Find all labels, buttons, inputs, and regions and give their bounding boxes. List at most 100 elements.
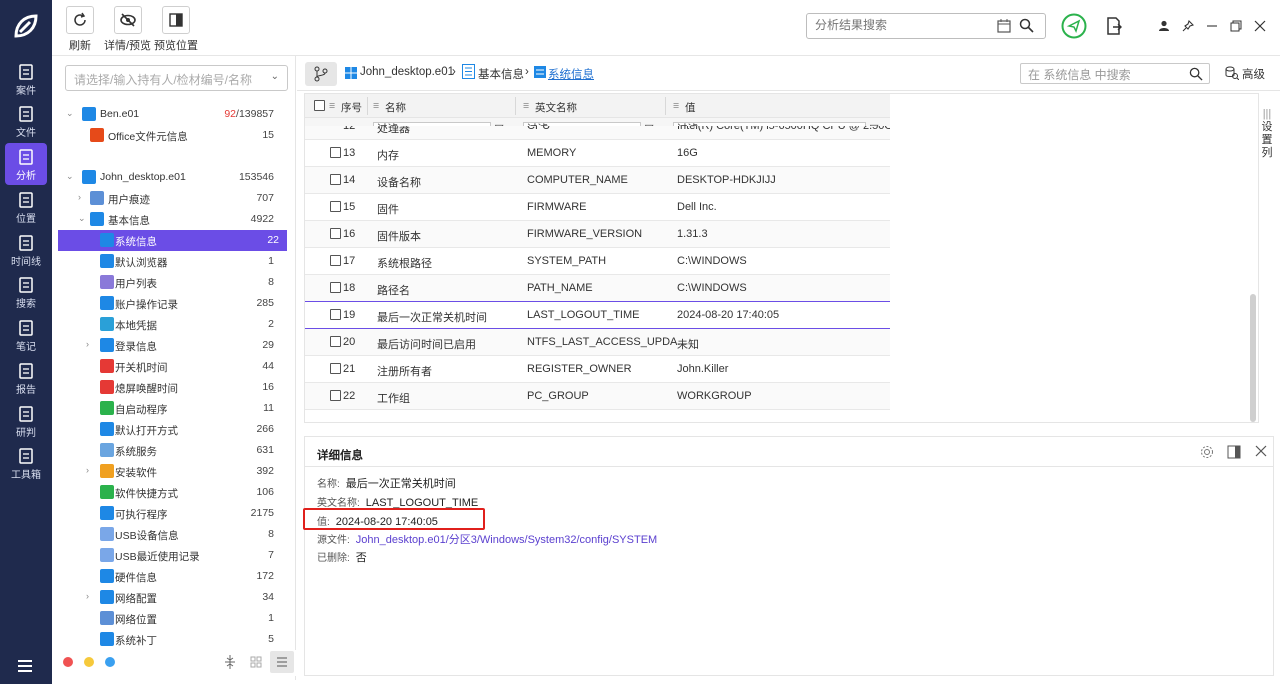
row-checkbox[interactable] — [330, 282, 341, 293]
tree-item[interactable]: 默认浏览器 1 — [52, 251, 288, 272]
yellow-dot-icon[interactable] — [84, 657, 94, 667]
tree-item[interactable]: 用户列表 8 — [52, 272, 288, 293]
nav-item-8[interactable]: 研判 — [0, 400, 52, 442]
table-row[interactable]: 15 固件 FIRMWARE Dell Inc. — [305, 194, 890, 221]
grid-view-icon[interactable] — [250, 656, 262, 668]
row-checkbox[interactable] — [330, 147, 341, 158]
tree-item[interactable]: 网络位置 1 — [52, 608, 288, 629]
column-menu-icon[interactable]: ≡ — [673, 100, 679, 112]
chevron-right-icon[interactable]: › — [86, 465, 96, 475]
row-checkbox[interactable] — [330, 390, 341, 401]
restore-button[interactable] — [1224, 14, 1248, 38]
panel-layout-icon[interactable] — [1227, 445, 1241, 459]
tree-item[interactable]: 系统信息 22 — [58, 230, 287, 251]
column-menu-icon[interactable]: ≡ — [523, 100, 529, 112]
chevron-down-icon[interactable]: ⌄ — [271, 71, 279, 82]
tree-item[interactable]: Office文件元信息 15 — [52, 125, 288, 146]
row-checkbox[interactable] — [330, 363, 341, 374]
table-row[interactable]: 22 工作组 PC_GROUP WORKGROUP — [305, 383, 890, 410]
table-row-partial[interactable]: 12 处理器 CPU Intel(R) Core(TM) i5-6500HQ CPU … — [305, 126, 890, 140]
table-row[interactable]: 14 设备名称 COMPUTER_NAME DESKTOP-HDKJIJJ — [305, 167, 890, 194]
breadcrumb-level2[interactable]: 系统信息 — [548, 66, 594, 82]
tree-item[interactable]: ⌄ John_desktop.e01 153546 — [52, 167, 288, 188]
chevron-down-icon[interactable]: ⌄ — [66, 108, 76, 118]
table-row[interactable]: 17 系统根路径 SYSTEM_PATH C:\WINDOWS — [305, 248, 890, 275]
tree-item[interactable]: › 用户痕迹 707 — [52, 188, 288, 209]
table-row[interactable]: 16 固件版本 FIRMWARE_VERSION 1.31.3 — [305, 221, 890, 248]
tree-item[interactable]: 系统服务 631 — [52, 440, 288, 461]
tree-item[interactable]: 硬件信息 172 — [52, 566, 288, 587]
send-button[interactable] — [1060, 12, 1088, 40]
chevron-down-icon[interactable]: ⌄ — [78, 213, 88, 223]
table-search-box[interactable]: 在 系统信息 中搜索 — [1020, 63, 1210, 84]
row-checkbox[interactable] — [330, 174, 341, 185]
tree-item[interactable]: 默认打开方式 266 — [52, 419, 288, 440]
chevron-right-icon[interactable]: › — [86, 591, 96, 601]
header-seq[interactable]: 序号 — [341, 100, 362, 115]
nav-item-3[interactable]: 位置 — [0, 186, 52, 228]
table-row[interactable]: 19 最后一次正常关机时间 LAST_LOGOUT_TIME 2024-08-20 1… — [305, 302, 890, 329]
close-icon[interactable] — [1255, 445, 1267, 457]
row-checkbox[interactable] — [330, 228, 341, 239]
tree-item[interactable]: 开关机时间 44 — [52, 356, 288, 377]
search-icon[interactable] — [1019, 18, 1034, 33]
table-row[interactable]: 13 内存 MEMORY 16G — [305, 140, 890, 167]
nav-item-2[interactable]: 分析 — [5, 143, 47, 185]
source-file-link[interactable]: John_desktop.e01/分区3/Windows/System32/co… — [356, 534, 657, 546]
advanced-button[interactable]: 高级 — [1242, 66, 1265, 82]
tree-item[interactable]: 自启动程序 11 — [52, 398, 288, 419]
table-row[interactable]: 20 最后访问时间已启用 NTFS_LAST_ACCESS_UPDA... 未知 — [305, 329, 890, 356]
tree-item[interactable]: 账户操作记录 285 — [52, 293, 288, 314]
tree-item[interactable]: 系统补丁 5 — [52, 629, 288, 650]
tree-item[interactable]: 熄屏唤醒时间 16 — [52, 377, 288, 398]
chevron-down-icon[interactable]: ⌄ — [66, 171, 76, 181]
export-button[interactable] — [1102, 14, 1126, 38]
select-all-checkbox[interactable] — [314, 100, 325, 111]
nav-item-7[interactable]: 报告 — [0, 357, 52, 399]
result-search-box[interactable] — [806, 13, 1046, 39]
column-menu-icon[interactable]: ≡ — [373, 100, 379, 112]
row-checkbox[interactable] — [330, 255, 341, 266]
pin-button[interactable] — [1176, 14, 1200, 38]
nav-item-5[interactable]: 搜索 — [0, 271, 52, 313]
tree-item[interactable]: › 安装软件 392 — [52, 461, 288, 482]
nav-item-0[interactable]: 案件 — [0, 58, 52, 100]
tree-item[interactable]: 可执行程序 2175 — [52, 503, 288, 524]
nav-item-9[interactable]: 工具箱 — [0, 442, 52, 484]
chevron-right-icon[interactable]: › — [86, 339, 96, 349]
collapse-icon[interactable] — [224, 655, 236, 669]
preview-position-button[interactable]: 预览位置 — [154, 6, 198, 53]
chevron-right-icon[interactable]: › — [78, 192, 88, 202]
tree-item[interactable]: ⌄ Ben.e01 92/139857 — [52, 104, 288, 125]
column-menu-icon[interactable]: ≡ — [329, 100, 335, 112]
search-icon[interactable] — [1189, 67, 1203, 81]
header-en-name[interactable]: 英文名称 — [535, 100, 577, 115]
calendar-icon[interactable] — [997, 19, 1011, 33]
tree-item[interactable]: › 网络配置 34 — [52, 587, 288, 608]
header-value[interactable]: 值 — [685, 100, 696, 115]
blue-dot-icon[interactable] — [105, 657, 115, 667]
table-row[interactable]: 21 注册所有者 REGISTER_OWNER John.Killer — [305, 356, 890, 383]
header-name[interactable]: 名称 — [385, 100, 406, 115]
tree-item[interactable]: 本地凭据 2 — [52, 314, 288, 335]
breadcrumb-level1[interactable]: 基本信息 — [478, 66, 524, 82]
red-dot-icon[interactable] — [63, 657, 73, 667]
row-checkbox[interactable] — [330, 201, 341, 212]
evidence-search-select[interactable]: 请选择/输入持有人/检材编号/名称 ⌄ — [65, 65, 288, 91]
result-search-input[interactable] — [815, 18, 985, 32]
user-button[interactable] — [1152, 14, 1176, 38]
table-row[interactable]: 18 路径名 PATH_NAME C:\WINDOWS — [305, 275, 890, 302]
tree-toggle-button[interactable] — [305, 62, 337, 86]
tree-item[interactable]: 软件快捷方式 106 — [52, 482, 288, 503]
column-settings-button[interactable]: ||| 设置列 — [1259, 108, 1275, 168]
nav-item-6[interactable]: 笔记 — [0, 314, 52, 356]
refresh-button[interactable]: 刷新 — [66, 6, 94, 53]
advanced-search-icon[interactable] — [1225, 66, 1239, 80]
tree-item[interactable]: USB设备信息 8 — [52, 524, 288, 545]
gear-icon[interactable] — [1200, 445, 1214, 459]
breadcrumb-root[interactable]: John_desktop.e01 — [360, 66, 454, 78]
tree-item[interactable]: ⌄ 基本信息 4922 — [52, 209, 288, 230]
row-checkbox[interactable] — [330, 336, 341, 347]
close-button[interactable] — [1248, 14, 1272, 38]
row-checkbox[interactable] — [330, 309, 341, 320]
